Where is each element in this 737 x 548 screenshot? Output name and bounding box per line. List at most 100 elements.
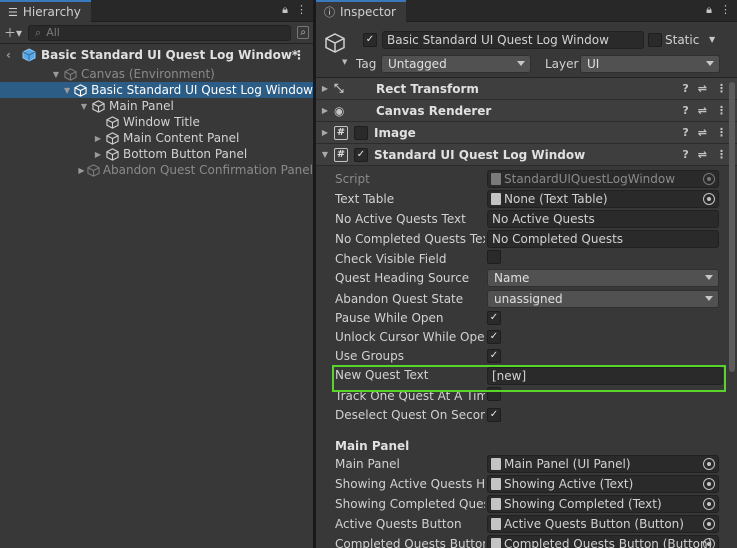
expanded-arrow-icon[interactable]: ▼ <box>50 70 62 79</box>
showing-completed-field[interactable]: Showing Completed (Text) <box>487 495 719 513</box>
component-enabled-checkbox[interactable]: ✓ <box>354 147 368 162</box>
search-placeholder: All <box>46 26 60 39</box>
collapsed-arrow-icon[interactable]: ▶ <box>77 166 87 175</box>
pause-while-open-checkbox[interactable]: ✓ <box>487 311 501 325</box>
preset-sliders-icon[interactable]: ⇌ <box>698 126 707 139</box>
preset-sliders-icon[interactable]: ⇌ <box>698 82 707 95</box>
preset-sliders-icon[interactable]: ⇌ <box>698 148 707 161</box>
prop-script: Script StandardUIQuestLogWindow <box>316 169 737 189</box>
object-picker-icon[interactable] <box>703 458 715 470</box>
prop-use-groups: Use Groups ✓ <box>316 346 737 365</box>
showing-active-field[interactable]: Showing Active (Text) <box>487 475 719 493</box>
component-title: Canvas Renderer <box>376 103 492 118</box>
component-image[interactable]: ▶ # Image ? ⇌ ⋮ <box>316 122 737 144</box>
object-name: Basic Standard UI Quest Log Window <box>387 33 609 47</box>
prop-active-quests-button: Active Quests Button Active Quests Butto… <box>316 514 737 534</box>
add-icon[interactable]: ＋▾ <box>4 24 22 41</box>
deselect-quest-checkbox[interactable]: ✓ <box>487 408 501 422</box>
inspector-tab-bar: ⓘ Inspector 🔒︎ ⋮ <box>316 0 737 22</box>
collapse-arrow-icon[interactable]: ▼ <box>316 150 334 159</box>
hierarchy-item[interactable]: ▼ Main Panel <box>0 98 313 114</box>
new-quest-text-input[interactable]: [new] <box>487 367 723 385</box>
component-rect-transform[interactable]: ▶ ⤡ Rect Transform ? ⇌ ⋮ <box>316 78 737 100</box>
kebab-menu-icon[interactable]: ⋮ <box>716 82 727 95</box>
main-panel-field[interactable]: Main Panel (UI Panel) <box>487 455 719 473</box>
hierarchy-item-label: Canvas (Environment) <box>81 67 215 81</box>
gameobject-cube-icon <box>62 67 78 81</box>
back-chevron-icon[interactable]: ‹ <box>6 48 11 62</box>
kebab-menu-icon[interactable]: ⋮ <box>296 3 307 17</box>
scene-kebab-icon[interactable]: ⋮ <box>293 48 305 62</box>
track-one-quest-checkbox[interactable] <box>487 387 501 401</box>
inspector-tab[interactable]: ⓘ Inspector <box>316 0 406 22</box>
scene-header[interactable]: ‹ Basic Standard UI Quest Log Window* ⋮ <box>0 44 313 66</box>
unlock-cursor-checkbox[interactable]: ✓ <box>487 330 501 344</box>
object-picker-icon[interactable] <box>703 498 715 510</box>
object-picker-icon[interactable] <box>703 518 715 530</box>
completed-quests-button-field[interactable]: Completed Quests Button (Button) <box>487 535 719 548</box>
list-icon: ☰ <box>8 5 18 19</box>
expanded-arrow-icon[interactable]: ▼ <box>78 102 90 111</box>
kebab-menu-icon[interactable]: ⋮ <box>716 104 727 117</box>
hierarchy-tab[interactable]: ☰ Hierarchy <box>0 0 91 22</box>
lock-icon[interactable]: 🔒︎ <box>706 3 712 17</box>
component-enabled-checkbox[interactable] <box>354 125 368 140</box>
hierarchy-item[interactable]: ▼ Basic Standard UI Quest Log Window <box>0 82 313 98</box>
help-icon[interactable]: ? <box>682 82 688 95</box>
expand-arrow-icon[interactable]: ▶ <box>316 128 334 137</box>
search-options-icon[interactable]: ⌕ <box>297 26 309 39</box>
prop-track-one-quest: Track One Quest At A Time <box>316 386 737 405</box>
expanded-arrow-icon[interactable]: ▼ <box>61 86 72 95</box>
no-active-quests-input[interactable]: No Active Quests <box>487 210 719 228</box>
hierarchy-search-input[interactable]: ⌕ All <box>28 24 292 41</box>
icon-dropdown-caret-icon[interactable]: ▼ <box>342 58 347 66</box>
inspector-scrollbar[interactable] <box>729 82 735 372</box>
collapsed-arrow-icon[interactable]: ▶ <box>92 150 104 159</box>
preset-sliders-icon[interactable]: ⇌ <box>698 104 707 117</box>
static-checkbox[interactable] <box>648 33 662 47</box>
help-icon[interactable]: ? <box>682 148 688 161</box>
script-hash-icon: # <box>334 125 348 140</box>
object-active-checkbox[interactable]: ✓ <box>363 33 377 47</box>
collapsed-arrow-icon[interactable]: ▶ <box>92 134 104 143</box>
component-quest-log-window[interactable]: ▼ # ✓ Standard UI Quest Log Window ? ⇌ ⋮ <box>316 144 737 166</box>
info-icon: ⓘ <box>324 6 335 19</box>
expand-arrow-icon[interactable]: ▶ <box>316 84 334 93</box>
layer-dropdown[interactable]: UI <box>580 55 720 73</box>
hierarchy-item[interactable]: ▶ Main Content Panel <box>0 130 313 146</box>
check-visible-checkbox[interactable] <box>487 250 501 264</box>
static-label: Static <box>665 33 700 47</box>
hierarchy-item[interactable]: ▼ Canvas (Environment) <box>0 66 313 82</box>
tag-dropdown[interactable]: Untagged <box>381 55 531 73</box>
help-icon[interactable]: ? <box>682 104 688 117</box>
component-canvas-renderer[interactable]: ▶ ◉ Canvas Renderer ? ⇌ ⋮ <box>316 100 737 122</box>
tag-label: Tag <box>356 57 377 71</box>
gameobject-cube-icon <box>324 32 346 57</box>
lock-icon[interactable]: 🔒︎ <box>282 3 288 17</box>
object-name-field[interactable]: Basic Standard UI Quest Log Window <box>382 31 644 49</box>
no-completed-quests-input[interactable]: No Completed Quests <box>487 230 719 248</box>
abandon-state-dropdown[interactable]: unassigned <box>487 290 719 308</box>
component-ref-icon <box>491 538 501 548</box>
heading-source-dropdown[interactable]: Name <box>487 269 719 287</box>
object-picker-icon[interactable] <box>703 193 715 205</box>
kebab-menu-icon[interactable]: ⋮ <box>716 148 727 161</box>
hierarchy-item[interactable]: Window Title <box>0 114 313 130</box>
hierarchy-item[interactable]: ▶ Bottom Button Panel <box>0 146 313 162</box>
active-quests-button-field[interactable]: Active Quests Button (Button) <box>487 515 719 533</box>
prop-quest-heading-source: Quest Heading Source Name <box>316 268 737 289</box>
kebab-menu-icon[interactable]: ⋮ <box>716 126 727 139</box>
prop-new-quest-text: New Quest Text [new] <box>316 365 737 386</box>
kebab-menu-icon[interactable]: ⋮ <box>720 3 731 17</box>
prop-showing-active-heading: Showing Active Quests Heading Showing Ac… <box>316 474 737 494</box>
script-hash-icon: # <box>334 147 348 162</box>
expand-arrow-icon[interactable]: ▶ <box>316 106 334 115</box>
text-table-field[interactable]: None (Text Table) <box>487 190 719 208</box>
hierarchy-item[interactable]: ▶ Abandon Quest Confirmation Panel <box>0 162 313 178</box>
use-groups-checkbox[interactable]: ✓ <box>487 349 501 363</box>
static-dropdown-caret-icon[interactable]: ▼ <box>709 35 715 44</box>
object-picker-icon[interactable] <box>703 478 715 490</box>
help-icon[interactable]: ? <box>682 126 688 139</box>
gameobject-cube-icon <box>104 115 120 129</box>
object-picker-icon[interactable] <box>703 538 715 548</box>
